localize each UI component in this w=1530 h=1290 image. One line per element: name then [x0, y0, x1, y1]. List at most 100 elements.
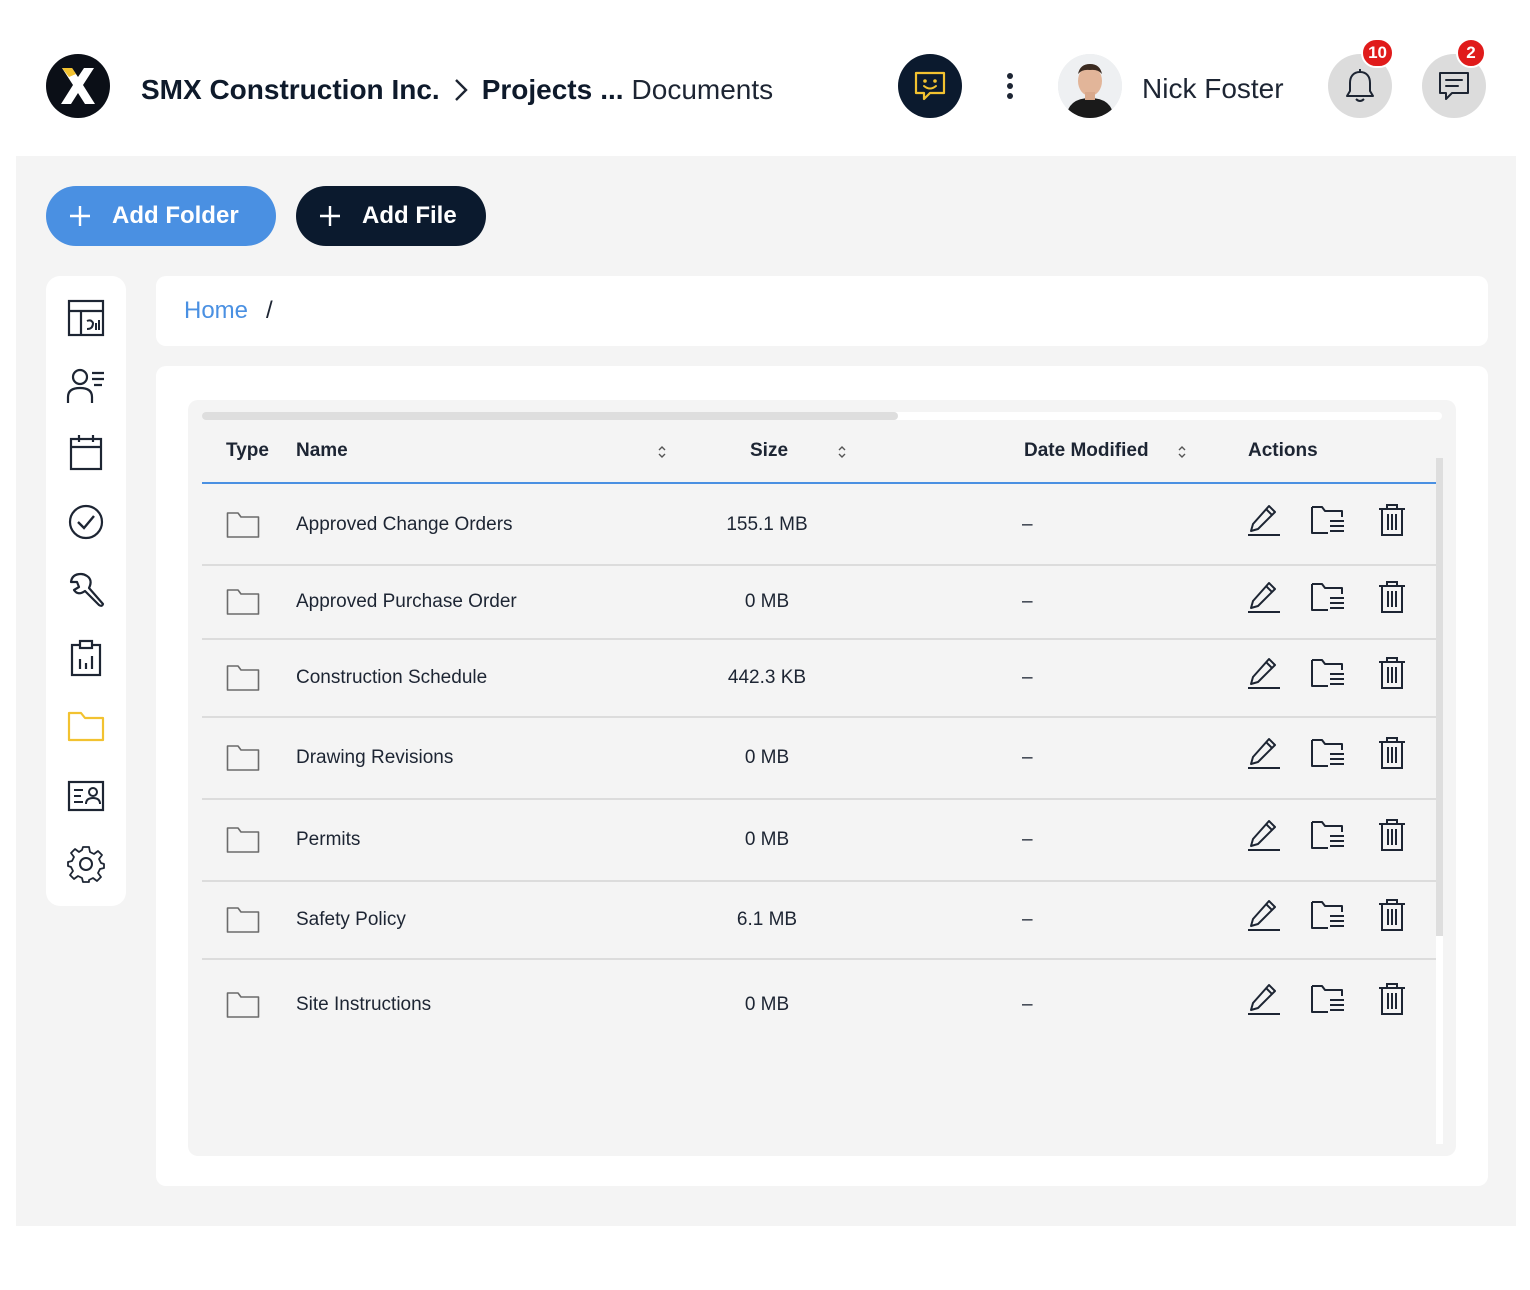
delete-button[interactable] — [1372, 979, 1412, 1019]
row-name[interactable]: Approved Change Orders — [296, 486, 513, 564]
table-row[interactable]: Permits 0 MB – — [202, 800, 1436, 882]
move-button[interactable] — [1308, 577, 1348, 617]
breadcrumb-company[interactable]: SMX Construction Inc. — [141, 74, 440, 106]
delete-button[interactable] — [1372, 733, 1412, 773]
folder-details-icon — [1311, 985, 1344, 1013]
move-button[interactable] — [1308, 895, 1348, 935]
chevron-right-icon — [454, 78, 468, 102]
delete-button[interactable] — [1372, 500, 1412, 540]
folder-details-icon — [1311, 901, 1344, 929]
column-header-date-modified[interactable]: Date Modified — [1024, 420, 1149, 482]
trash-icon — [1379, 504, 1405, 536]
sort-icon[interactable] — [1176, 444, 1188, 460]
row-name[interactable]: Approved Purchase Order — [296, 566, 517, 638]
delete-button[interactable] — [1372, 895, 1412, 935]
messages-badge: 2 — [1456, 38, 1486, 68]
edit-button[interactable] — [1244, 500, 1284, 540]
row-name[interactable]: Construction Schedule — [296, 640, 487, 716]
trash-icon — [1379, 983, 1405, 1015]
gear-icon — [67, 846, 105, 883]
assistant-chat-icon — [914, 71, 946, 101]
sidebar-item-settings[interactable] — [66, 844, 106, 884]
sidebar-item-tools[interactable] — [66, 570, 106, 610]
breadcrumb-separator: / — [266, 297, 273, 324]
row-date-modified: – — [1022, 994, 1033, 1015]
column-header-name[interactable]: Name — [296, 420, 348, 482]
table-row[interactable]: Construction Schedule 442.3 KB – — [202, 640, 1436, 718]
table-row[interactable]: Site Instructions 0 MB – — [202, 960, 1436, 1050]
sort-icon[interactable] — [836, 444, 848, 460]
move-button[interactable] — [1308, 500, 1348, 540]
folder-details-icon — [1311, 506, 1344, 534]
folder-type-icon — [226, 827, 260, 853]
edit-button[interactable] — [1244, 895, 1284, 935]
edit-button[interactable] — [1244, 653, 1284, 693]
plus-icon — [68, 204, 92, 228]
folder-details-icon — [1311, 583, 1344, 611]
row-date-modified: – — [1022, 747, 1033, 768]
user-avatar[interactable] — [1058, 54, 1122, 118]
column-header-size[interactable]: Size — [750, 420, 788, 482]
calendar-icon — [69, 435, 103, 471]
messages-button[interactable]: 2 — [1422, 38, 1486, 118]
sort-icon[interactable] — [656, 444, 668, 460]
row-date-modified: – — [1022, 514, 1033, 535]
sidebar-item-reports[interactable] — [66, 638, 106, 678]
row-name[interactable]: Drawing Revisions — [296, 718, 453, 798]
pencil-icon — [1248, 582, 1280, 613]
horizontal-scrollbar-thumb[interactable] — [202, 412, 898, 420]
edit-button[interactable] — [1244, 815, 1284, 855]
breadcrumb-home-link[interactable]: Home — [184, 297, 248, 325]
sidebar-item-dashboard[interactable] — [66, 298, 106, 338]
row-size: 442.3 KB — [727, 667, 807, 688]
move-button[interactable] — [1308, 979, 1348, 1019]
user-name[interactable]: Nick Foster — [1142, 70, 1284, 108]
sidebar-item-contacts[interactable] — [66, 366, 106, 406]
table-row[interactable]: Safety Policy 6.1 MB – — [202, 882, 1436, 960]
delete-button[interactable] — [1372, 577, 1412, 617]
row-date-modified: – — [1022, 591, 1033, 612]
edit-button[interactable] — [1244, 979, 1284, 1019]
row-type — [226, 718, 260, 798]
table-row[interactable]: Drawing Revisions 0 MB – — [202, 718, 1436, 800]
notifications-button[interactable]: 10 — [1328, 38, 1394, 118]
sidebar-item-directory[interactable] — [66, 776, 106, 816]
move-button[interactable] — [1308, 815, 1348, 855]
clipboard-icon — [70, 639, 102, 677]
move-button[interactable] — [1308, 733, 1348, 773]
folder-details-icon — [1311, 821, 1344, 849]
trash-icon — [1379, 737, 1405, 769]
row-name[interactable]: Permits — [296, 800, 360, 880]
more-menu-button[interactable] — [996, 70, 1024, 102]
add-file-button[interactable]: Add File — [296, 186, 486, 246]
edit-button[interactable] — [1244, 577, 1284, 617]
notifications-badge: 10 — [1361, 38, 1394, 68]
edit-button[interactable] — [1244, 733, 1284, 773]
table-row[interactable]: Approved Change Orders 155.1 MB – — [202, 486, 1436, 566]
horizontal-scrollbar[interactable] — [202, 412, 1442, 420]
company-logo[interactable] — [46, 54, 110, 118]
breadcrumb-ellipsis[interactable]: ... — [600, 74, 623, 106]
row-name[interactable]: Safety Policy — [296, 882, 406, 958]
delete-button[interactable] — [1372, 815, 1412, 855]
sidebar-item-calendar[interactable] — [66, 432, 106, 472]
move-button[interactable] — [1308, 653, 1348, 693]
column-header-type: Type — [226, 440, 269, 461]
delete-button[interactable] — [1372, 653, 1412, 693]
folder-breadcrumb: Home / — [156, 276, 1488, 346]
message-icon — [1439, 72, 1469, 100]
assistant-button[interactable] — [898, 54, 962, 118]
sidebar-item-tasks[interactable] — [66, 502, 106, 542]
documents-panel: Type Name Size Date Modified Actions App… — [156, 366, 1488, 1186]
breadcrumb-projects[interactable]: Projects — [482, 74, 593, 106]
sidebar-item-documents[interactable] — [66, 706, 106, 746]
vertical-scrollbar-thumb[interactable] — [1436, 458, 1443, 936]
add-folder-label: Add Folder — [112, 202, 239, 229]
trash-icon — [1379, 899, 1405, 931]
table-row[interactable]: Approved Purchase Order 0 MB – — [202, 566, 1436, 640]
folder-details-icon — [1311, 659, 1344, 687]
add-folder-button[interactable]: Add Folder — [46, 186, 276, 246]
vertical-scrollbar[interactable] — [1436, 458, 1443, 1144]
row-name[interactable]: Site Instructions — [296, 960, 431, 1050]
folder-type-icon — [226, 745, 260, 771]
